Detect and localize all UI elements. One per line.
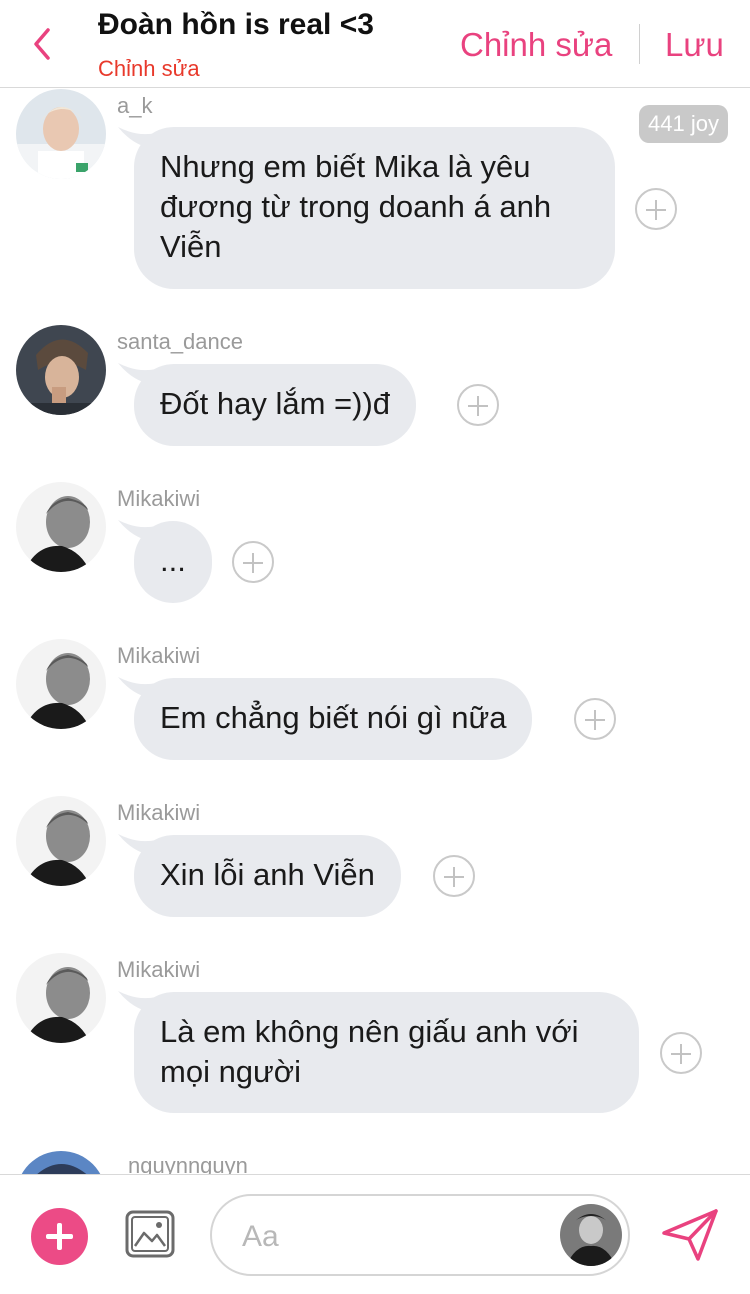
avatar[interactable] — [16, 89, 106, 179]
message-bubble[interactable]: ... — [134, 521, 212, 603]
message-item: Mikakiwi ... — [0, 482, 750, 603]
message-bubble[interactable]: Đốt hay lắm =))đ — [134, 364, 417, 446]
message-text: Đốt hay lắm =))đ — [160, 386, 391, 421]
message-feed[interactable]: a_k Nhưng em biết Mika là yêu đương từ t… — [0, 89, 750, 1174]
message-username: a_k — [117, 93, 153, 118]
message-text: Nhưng em biết Mika là yêu đương từ trong… — [160, 149, 552, 264]
message-input-wrapper — [210, 1194, 630, 1276]
avatar[interactable] — [16, 325, 106, 415]
add-reaction-icon[interactable] — [457, 384, 499, 426]
add-reaction-icon[interactable] — [574, 698, 616, 740]
avatar[interactable] — [16, 482, 106, 572]
edit-button[interactable]: Chỉnh sửa — [460, 26, 612, 64]
message-text: Em chẳng biết nói gì nữa — [160, 700, 507, 735]
message-bubble[interactable]: Xin lỗi anh Viễn — [134, 835, 401, 917]
send-icon[interactable] — [660, 1207, 720, 1263]
save-button[interactable]: Lưu — [665, 26, 724, 64]
message-bubble[interactable]: Nhưng em biết Mika là yêu đương từ trong… — [134, 127, 615, 289]
avatar[interactable] — [16, 1151, 106, 1174]
back-chevron-icon[interactable] — [24, 22, 64, 66]
chat-subtitle[interactable]: Chỉnh sửa — [98, 56, 200, 82]
message-bubble[interactable]: Là em không nên giấu anh với mọi người — [134, 992, 639, 1113]
chat-header: Đoàn hồn is real <3 Chỉnh sửa Chỉnh sửa … — [0, 0, 750, 88]
message-username: Mikakiwi — [117, 800, 201, 825]
add-reaction-icon[interactable] — [660, 1032, 702, 1074]
message-input[interactable] — [242, 1218, 542, 1256]
message-text: Xin lỗi anh Viễn — [160, 857, 375, 892]
header-divider — [639, 24, 640, 64]
message-bubble[interactable]: Em chẳng biết nói gì nữa — [134, 678, 533, 760]
chat-title: Đoàn hồn is real <3 — [98, 8, 374, 41]
message-username: Mikakiwi — [117, 643, 201, 668]
add-reaction-icon[interactable] — [635, 188, 677, 230]
message-username: Mikakiwi — [117, 957, 201, 982]
avatar[interactable] — [16, 639, 106, 729]
avatar[interactable] — [16, 953, 106, 1043]
message-item: Mikakiwi Em chẳng biết nói gì nữa — [0, 639, 750, 760]
message-username: Mikakiwi — [117, 486, 201, 511]
message-item: nguynnguyn — [0, 1151, 750, 1174]
sender-avatar[interactable] — [560, 1204, 622, 1266]
add-reaction-icon[interactable] — [433, 855, 475, 897]
add-plus-icon[interactable] — [31, 1208, 88, 1265]
message-item: santa_dance Đốt hay lắm =))đ — [0, 325, 750, 446]
joy-badge: 441 joy — [639, 105, 728, 143]
message-username: santa_dance — [117, 329, 243, 354]
message-text: ... — [160, 543, 186, 578]
message-item: a_k Nhưng em biết Mika là yêu đương từ t… — [0, 89, 750, 309]
message-username: nguynnguyn — [128, 1153, 248, 1174]
message-item: Mikakiwi Xin lỗi anh Viễn — [0, 796, 750, 917]
message-text: Là em không nên giấu anh với mọi người — [160, 1014, 579, 1089]
composer-bar — [0, 1174, 750, 1294]
avatar[interactable] — [16, 796, 106, 886]
add-reaction-icon[interactable] — [232, 541, 274, 583]
message-item: Mikakiwi Là em không nên giấu anh với mọ… — [0, 953, 750, 1133]
image-gallery-icon[interactable] — [124, 1209, 176, 1259]
